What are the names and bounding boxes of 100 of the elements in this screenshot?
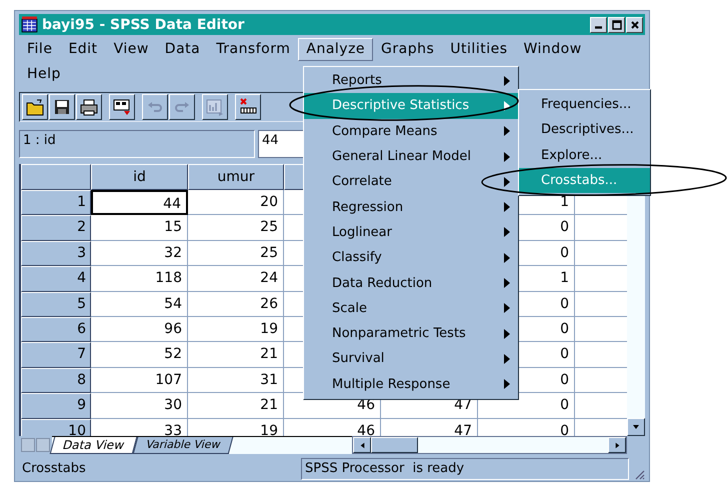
sheet-tab[interactable]: Data View: [50, 437, 138, 454]
submenu-arrow-icon: [504, 152, 510, 162]
table-cell[interactable]: 15: [91, 215, 188, 241]
menu-item[interactable]: Utilities: [442, 38, 516, 61]
close-icon: [630, 20, 640, 30]
table-cell[interactable]: 54: [91, 292, 188, 317]
table-cell[interactable]: 30: [91, 393, 188, 419]
undo-button[interactable]: [142, 94, 168, 120]
submenu-arrow-icon: [504, 303, 510, 314]
row-header[interactable]: 3: [21, 240, 91, 266]
maximize-button[interactable]: [608, 16, 625, 32]
menu-item[interactable]: Descriptives...: [519, 117, 650, 143]
table-cell[interactable]: [575, 266, 627, 292]
submenu-arrow-icon: [504, 126, 510, 136]
submenu-arrow-icon: [504, 278, 510, 288]
table-cell[interactable]: [575, 292, 627, 317]
monitor-button[interactable]: [109, 94, 135, 120]
menu-item[interactable]: Transform: [208, 38, 298, 61]
redo-button[interactable]: [169, 94, 195, 120]
scroll-down-button[interactable]: [627, 418, 645, 436]
table-cell[interactable]: 26: [188, 292, 284, 317]
horizontal-scrollbar[interactable]: [352, 436, 627, 454]
submenu-arrow-icon: [504, 252, 510, 263]
submenu-arrow-icon: [504, 100, 510, 111]
row-header[interactable]: 2: [21, 215, 91, 241]
table-cell[interactable]: 118: [91, 266, 188, 292]
table-cell[interactable]: 20: [188, 190, 284, 216]
menu-item[interactable]: General Linear Model: [304, 144, 518, 170]
cell-reference-field: 1 : id: [19, 130, 255, 158]
row-header[interactable]: 10: [21, 418, 91, 436]
printer-icon: [79, 97, 99, 117]
row-header[interactable]: 5: [21, 292, 91, 317]
chart-icon: [205, 97, 225, 117]
save-button[interactable]: [49, 94, 75, 120]
minimize-button[interactable]: [590, 16, 607, 32]
table-cell[interactable]: 25: [188, 240, 284, 266]
menu-item[interactable]: Graphs: [373, 38, 442, 61]
menu-item[interactable]: Data: [156, 38, 208, 61]
menu-item[interactable]: File: [19, 38, 60, 61]
submenu-arrow-icon: [504, 379, 510, 390]
row-header[interactable]: 1: [21, 190, 91, 216]
monitor-icon: [112, 97, 132, 117]
table-cell[interactable]: 24: [188, 266, 284, 292]
resize-grip-icon: [633, 468, 645, 480]
column-header[interactable]: id: [91, 164, 188, 190]
menu-item[interactable]: Compare Means: [304, 118, 518, 144]
table-cell[interactable]: 19: [188, 316, 284, 342]
scroll-right-button[interactable]: [608, 437, 626, 453]
submenu-arrow-icon: [504, 328, 510, 339]
table-cell[interactable]: [575, 316, 627, 342]
table-cell[interactable]: 21: [188, 393, 284, 419]
open-folder-icon: [25, 97, 45, 117]
row-header[interactable]: 9: [21, 393, 91, 419]
row-header[interactable]: 7: [21, 342, 91, 368]
table-cell[interactable]: 52: [91, 342, 188, 368]
menu-item[interactable]: Analyze: [298, 38, 374, 61]
table-cell[interactable]: [575, 240, 627, 266]
insert-case-button[interactable]: [235, 94, 261, 120]
close-button[interactable]: [626, 16, 643, 32]
menu-item[interactable]: Explore...: [519, 142, 650, 168]
open-folder-button[interactable]: [22, 94, 48, 120]
menu-item[interactable]: Reports: [304, 68, 518, 94]
table-cell[interactable]: 32: [91, 240, 188, 266]
table-cell[interactable]: [575, 215, 627, 241]
table-cell[interactable]: 46: [284, 418, 381, 436]
save-icon: [52, 97, 72, 117]
processor-status: SPSS Processor is ready: [301, 458, 629, 480]
chart-button[interactable]: [202, 94, 228, 120]
row-header[interactable]: 8: [21, 368, 91, 394]
menu-item[interactable]: Edit: [60, 38, 106, 61]
table-cell[interactable]: 25: [188, 215, 284, 241]
table-cell[interactable]: 31: [188, 368, 284, 394]
table-cell[interactable]: [575, 342, 627, 368]
column-header[interactable]: umur: [188, 164, 284, 190]
table-cell[interactable]: 47: [381, 418, 478, 436]
table-cell[interactable]: 33: [91, 418, 188, 436]
table-cell[interactable]: 96: [91, 316, 188, 342]
table-cell[interactable]: [575, 393, 627, 419]
table-cell[interactable]: 0: [478, 418, 575, 436]
scroll-thumb[interactable]: [371, 437, 418, 453]
row-header[interactable]: 4: [21, 266, 91, 292]
table-cell[interactable]: [575, 368, 627, 394]
sheet-tab[interactable]: Variable View: [132, 437, 234, 454]
corner-header: [21, 164, 91, 190]
menu-item[interactable]: Help: [19, 63, 69, 86]
right-arrow-icon: [612, 440, 622, 450]
row-header[interactable]: 6: [21, 316, 91, 342]
menu-item[interactable]: Frequencies...: [519, 92, 650, 118]
menu-item[interactable]: View: [106, 38, 157, 61]
table-cell[interactable]: 107: [91, 368, 188, 394]
scroll-left-button[interactable]: [353, 437, 371, 453]
table-cell[interactable]: 21: [188, 342, 284, 368]
maximize-icon: [612, 20, 622, 30]
status-message: Crosstabs: [21, 460, 87, 478]
menu-item[interactable]: Window: [516, 38, 590, 61]
table-cell[interactable]: 44: [91, 190, 188, 216]
menu-item[interactable]: Correlate: [304, 169, 518, 194]
spreadsheet-icon: [21, 16, 38, 33]
printer-button[interactable]: [76, 94, 102, 120]
table-cell[interactable]: 19: [188, 418, 284, 436]
